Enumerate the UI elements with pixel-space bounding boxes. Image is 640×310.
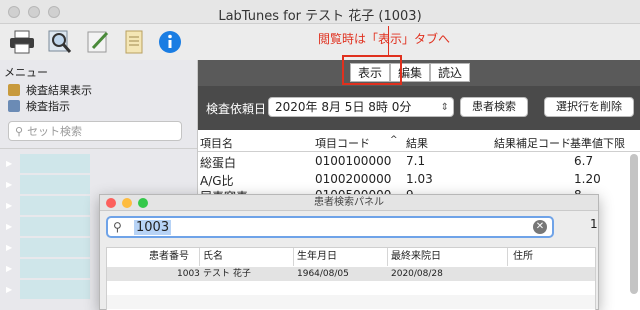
tab-import[interactable]: 読込 (430, 63, 471, 82)
redacted-block (20, 196, 90, 215)
item-code: 0100100000 (315, 154, 392, 168)
set-search-placeholder: セット検索 (27, 125, 83, 138)
menu-heading: メニュー (4, 66, 48, 79)
table-row[interactable]: 1003 テスト 花子 1964/08/05 2020/08/28 (107, 267, 595, 281)
reference-lower: 1.20 (574, 172, 601, 186)
sidebar-item-label: 検査結果表示 (26, 84, 92, 97)
redacted-block (20, 175, 90, 194)
column-header[interactable]: 結果補足コード (494, 135, 571, 151)
redacted-block (20, 280, 90, 299)
column-header[interactable]: 基準値下限 (570, 135, 625, 151)
divider (293, 248, 294, 266)
disclosure-triangle-icon[interactable]: ▶ (0, 201, 20, 210)
last-visit-date: 2020/08/28 (391, 269, 443, 279)
reference-lower: 6.7 (574, 154, 594, 168)
minimize-panel-button[interactable] (122, 198, 132, 208)
delete-selected-button[interactable]: 選択行を削除 (544, 97, 634, 117)
toolbar: 閲覧時は「表示」タブへ (0, 24, 640, 60)
date-picker[interactable]: 2020年 8月 5日 8時 0分 ⇕ (268, 97, 454, 117)
patient-search-panel: 患者検索パネル ⚲ 1003 ✕ 1 患者番号 氏名 生年月日 最終来院日 住所… (99, 194, 599, 310)
patient-name: テスト 花子 (203, 269, 251, 279)
column-header[interactable]: 結果 (406, 135, 428, 151)
result-count: 1 (590, 217, 598, 231)
close-panel-button[interactable] (106, 198, 116, 208)
column-header[interactable]: 生年月日 (297, 248, 337, 266)
column-header[interactable]: 患者番号 (149, 248, 189, 266)
redacted-block (20, 238, 90, 257)
divider (0, 148, 197, 149)
empty-row (107, 295, 595, 309)
table-row[interactable]: 総蛋白 0100100000 7.1 6.7 (198, 153, 628, 171)
sort-ascending-icon[interactable]: ^ (390, 135, 398, 145)
search-value: 1003 (134, 220, 172, 235)
search-icon: ⚲ (15, 124, 24, 138)
result-value: 1.03 (406, 172, 433, 186)
patient-id: 1003 (177, 269, 200, 279)
tab-bar: 表示 編集 読込 (198, 60, 640, 86)
info-icon[interactable] (156, 28, 184, 56)
divider (507, 248, 508, 266)
disclosure-triangle-icon[interactable]: ▶ (0, 222, 20, 231)
table-header: 項目名 項目コード ^ 結果 結果補足コード 基準値下限 (198, 130, 640, 152)
date-label: 検査依頼日 (206, 102, 267, 116)
column-header[interactable]: 項目名 (200, 135, 233, 151)
zoom-panel-button[interactable] (138, 198, 148, 208)
edit-icon[interactable] (84, 28, 112, 56)
annotation-text: 閲覧時は「表示」タブへ (318, 32, 451, 46)
disclosure-triangle-icon[interactable]: ▶ (0, 180, 20, 189)
magnifier-icon[interactable] (46, 28, 74, 56)
date-value: 2020年 8月 5日 8時 0分 (275, 100, 412, 114)
annotation-highlight-box (342, 55, 402, 85)
list-item[interactable]: ▶ (0, 153, 197, 174)
clear-search-icon[interactable]: ✕ (533, 220, 547, 234)
sidebar-item-order[interactable]: 検査指示 (8, 98, 70, 114)
results-icon (8, 84, 20, 96)
stepper-icon[interactable]: ⇕ (441, 99, 449, 117)
window-title: LabTunes for テスト 花子 (1003) (218, 9, 422, 24)
column-header[interactable]: 住所 (513, 248, 533, 266)
panel-title: 患者検索パネル (314, 197, 384, 208)
patient-table: 患者番号 氏名 生年月日 最終来院日 住所 1003 テスト 花子 1964/0… (106, 247, 596, 310)
patient-search-input[interactable]: ⚲ 1003 ✕ (106, 216, 554, 238)
order-icon (8, 100, 20, 112)
divider (199, 248, 200, 266)
list-item[interactable]: ▶ (0, 174, 197, 195)
divider (387, 248, 388, 266)
vertical-scrollbar[interactable] (630, 154, 638, 294)
sidebar-item-label: 検査指示 (26, 100, 70, 113)
birth-date: 1964/08/05 (297, 269, 349, 279)
window-titlebar: LabTunes for テスト 花子 (1003) (0, 0, 640, 24)
patient-search-button[interactable]: 患者検索 (460, 97, 528, 117)
redacted-block (20, 154, 90, 173)
sidebar-item-results[interactable]: 検査結果表示 (8, 82, 92, 98)
disclosure-triangle-icon[interactable]: ▶ (0, 264, 20, 273)
filter-bar: 検査依頼日 2020年 8月 5日 8時 0分 ⇕ 患者検索 選択行を削除 (198, 86, 640, 130)
result-value: 7.1 (406, 154, 426, 168)
column-header[interactable]: 最終来院日 (391, 248, 441, 266)
set-search-input[interactable]: ⚲ セット検索 (8, 121, 182, 141)
column-header[interactable]: 氏名 (203, 248, 223, 266)
item-name: 総蛋白 (200, 156, 237, 170)
column-header[interactable]: 項目コード (315, 135, 370, 151)
printer-icon[interactable] (8, 28, 36, 56)
disclosure-triangle-icon[interactable]: ▶ (0, 285, 20, 294)
search-icon: ⚲ (113, 220, 122, 234)
annotation-arrow (388, 26, 389, 56)
notes-icon[interactable] (120, 28, 148, 56)
disclosure-triangle-icon[interactable]: ▶ (0, 159, 20, 168)
redacted-block (20, 259, 90, 278)
empty-row (107, 281, 595, 295)
disclosure-triangle-icon[interactable]: ▶ (0, 243, 20, 252)
panel-titlebar: 患者検索パネル (100, 195, 598, 211)
item-code: 0100200000 (315, 172, 392, 186)
redacted-block (20, 217, 90, 236)
